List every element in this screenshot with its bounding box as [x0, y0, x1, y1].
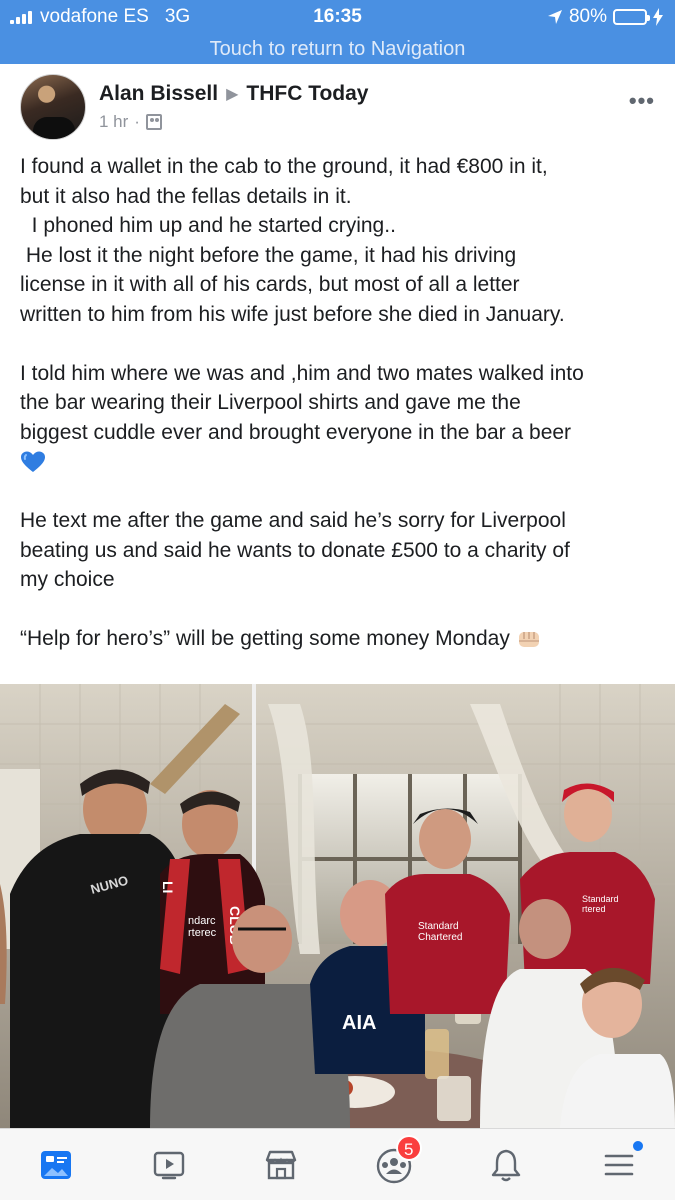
location-arrow-icon — [547, 10, 562, 24]
battery-percent: 80% — [568, 6, 607, 27]
shared-to-arrow-icon: ▶ — [226, 86, 239, 103]
groups-notification-badge: 5 — [395, 1134, 422, 1161]
paragraph-bar: I told him where we was and ,him and two… — [20, 359, 660, 448]
bottom-tab-bar: 5 — [0, 1128, 675, 1200]
charging-bolt-icon — [653, 8, 663, 26]
group-name[interactable]: THFC Today — [246, 82, 368, 106]
blue-heart-line — [20, 447, 660, 477]
tab-watch[interactable] — [139, 1135, 199, 1195]
video-icon — [153, 1151, 184, 1179]
tab-menu[interactable] — [589, 1135, 649, 1195]
status-right: 80% — [547, 6, 663, 28]
meta-separator: · — [134, 112, 140, 131]
author-line: Alan Bissell ▶ THFC Today — [99, 82, 368, 106]
author-name[interactable]: Alan Bissell — [99, 82, 218, 106]
blue-heart-icon — [21, 451, 45, 473]
post-meta: 1 hr · — [99, 112, 162, 132]
paragraph-charity: “Help for hero’s” will be getting some m… — [20, 624, 660, 654]
shirt-aia-text: AIA — [342, 1012, 376, 1034]
paragraph-bar-text: I told him where we was and ,him and two… — [20, 361, 584, 444]
news-feed-icon — [41, 1150, 72, 1179]
tab-marketplace[interactable] — [251, 1135, 311, 1195]
post-timestamp[interactable]: 1 hr — [99, 112, 128, 132]
group-audience-icon — [145, 114, 162, 130]
post-text: I found a wallet in the cab to the groun… — [20, 152, 660, 654]
marketplace-icon — [266, 1150, 297, 1179]
fist-bump-icon — [518, 632, 539, 648]
post-header: Alan Bissell ▶ THFC Today 1 hr · ••• — [0, 66, 675, 150]
paragraph-wallet: I found a wallet in the cab to the groun… — [20, 155, 565, 326]
paragraph-charity-text: “Help for hero’s” will be getting some m… — [20, 627, 510, 650]
return-to-navigation-bar[interactable]: Touch to return to Navigation — [0, 34, 675, 64]
group-photo-illustration: NUNO LI CLUB ndarcrterec AIA StandardCha… — [0, 684, 675, 1128]
avatar[interactable] — [20, 74, 86, 140]
battery-icon — [613, 9, 650, 25]
menu-icon — [604, 1154, 634, 1175]
svg-text:LI: LI — [160, 881, 176, 893]
tab-groups[interactable]: 5 — [364, 1134, 424, 1195]
paragraph-donation: He text me after the game and said he’s … — [20, 509, 570, 591]
scarf-text-left: ndarc rterec — [188, 915, 217, 939]
menu-unread-dot — [632, 1140, 643, 1151]
more-options-button[interactable]: ••• — [629, 88, 655, 114]
tab-news-feed[interactable] — [26, 1135, 86, 1195]
tab-notifications[interactable] — [476, 1135, 536, 1195]
post-photo[interactable]: NUNO LI CLUB ndarcrterec AIA StandardCha… — [0, 684, 675, 1128]
shirt-sponsor-text: Standard Chartered — [418, 921, 462, 943]
bell-icon — [492, 1149, 521, 1181]
status-bar: vodafone ES 3G 16:35 80% — [0, 0, 675, 34]
